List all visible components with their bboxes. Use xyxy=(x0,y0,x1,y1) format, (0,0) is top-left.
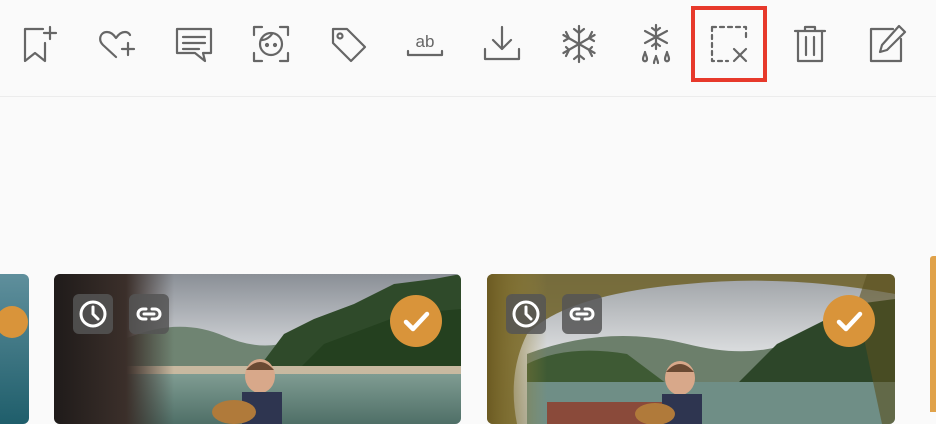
face-button[interactable] xyxy=(233,6,309,82)
comment-icon xyxy=(175,27,213,63)
clock-badge[interactable] xyxy=(506,294,546,334)
add-favorite-button[interactable] xyxy=(79,6,155,82)
link-badge[interactable] xyxy=(562,294,602,334)
edit-icon xyxy=(869,24,907,63)
selected-checkmark[interactable] xyxy=(823,295,875,347)
rename-label: ab xyxy=(416,32,435,51)
photo-thumbnail xyxy=(0,274,29,424)
add-to-album-button[interactable] xyxy=(0,6,76,82)
checkmark-icon xyxy=(403,311,430,332)
rename-icon: ab xyxy=(406,32,444,57)
favorite-add-icon xyxy=(99,30,136,59)
unfreeze-icon xyxy=(641,23,671,65)
link-icon xyxy=(136,307,162,321)
photo-card-right-partial[interactable] xyxy=(930,256,936,412)
action-toolbar: ab xyxy=(0,0,936,97)
clock-badge[interactable] xyxy=(73,294,113,334)
photo-card-left-partial[interactable] xyxy=(0,274,29,424)
rename-button[interactable]: ab xyxy=(387,6,463,82)
photo-thumbnail xyxy=(487,274,895,424)
download-icon xyxy=(483,25,521,61)
photo-thumbnail xyxy=(54,274,461,424)
clock-icon xyxy=(512,300,540,328)
unfreeze-button[interactable] xyxy=(618,6,694,82)
download-button[interactable] xyxy=(464,6,540,82)
checkmark-icon xyxy=(836,311,863,332)
deselect-icon xyxy=(710,25,748,63)
photo-card-2[interactable] xyxy=(487,274,895,424)
deselect-button[interactable] xyxy=(691,6,767,82)
clock-icon xyxy=(79,300,107,328)
face-recognition-icon xyxy=(252,25,290,63)
tag-button[interactable] xyxy=(310,6,386,82)
edit-button[interactable] xyxy=(848,6,924,82)
freeze-icon xyxy=(562,24,596,64)
photo-card-1[interactable] xyxy=(54,274,461,424)
selected-checkmark[interactable] xyxy=(390,295,442,347)
tag-icon xyxy=(331,27,367,63)
delete-button[interactable] xyxy=(772,6,848,82)
link-badge[interactable] xyxy=(129,294,169,334)
delete-icon xyxy=(793,25,827,63)
freeze-button[interactable] xyxy=(541,6,617,82)
link-icon xyxy=(569,307,595,321)
comment-button[interactable] xyxy=(156,6,232,82)
add-to-album-icon xyxy=(23,25,58,63)
